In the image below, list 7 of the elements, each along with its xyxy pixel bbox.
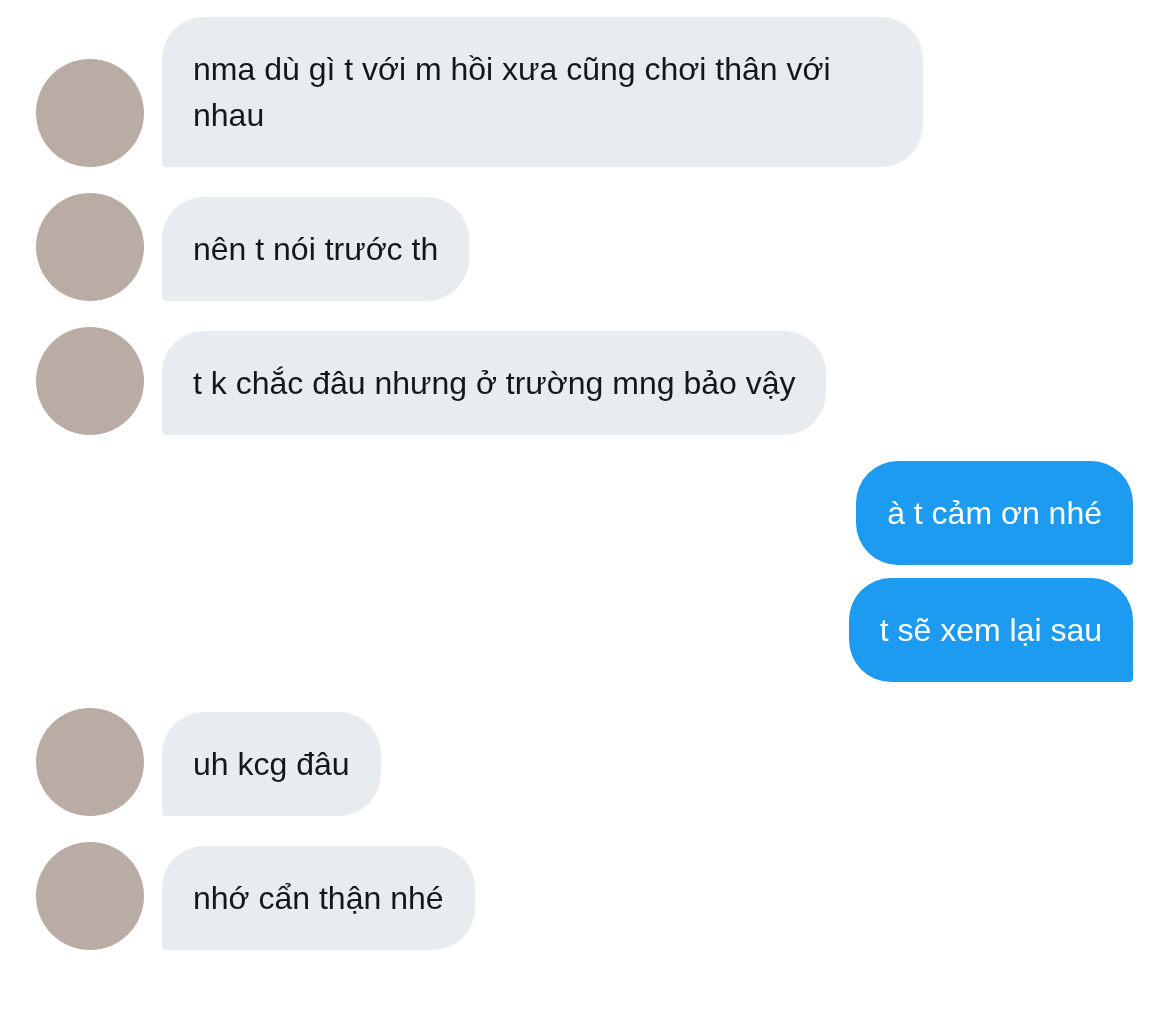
message-bubble: nma dù gì t với m hồi xưa cũng chơi thân với nhau xyxy=(162,17,923,167)
message-bubble: t sẽ xem lại sau xyxy=(848,578,1133,682)
message-bubble: t k chắc đâu nhưng ở trường mng bảo vậy xyxy=(162,331,827,435)
message-bubble: uh kcg đâu xyxy=(162,712,381,816)
message-bubble: nên t nói trước th xyxy=(162,197,470,301)
message-bubble: à t cảm ơn nhé xyxy=(856,461,1133,565)
message-bubble: nhớ cẩn thận nhé xyxy=(162,846,475,950)
